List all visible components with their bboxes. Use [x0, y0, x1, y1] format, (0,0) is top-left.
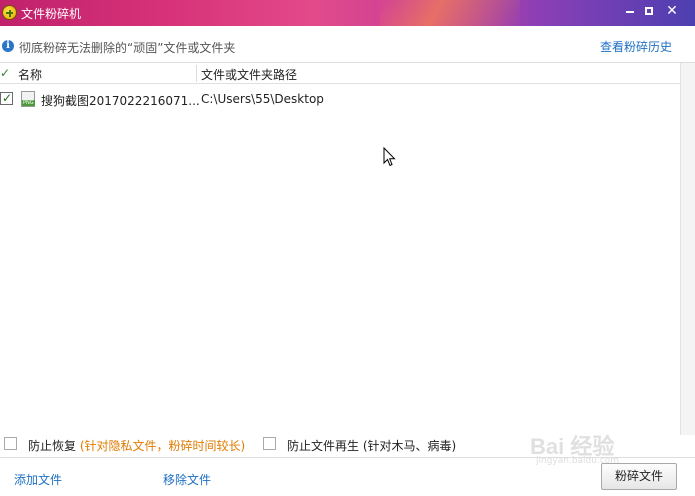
file-path: C:\Users\55\Desktop [201, 92, 324, 106]
column-header-name[interactable]: 名称 [18, 66, 42, 83]
prevent-recovery-checkbox[interactable] [4, 437, 17, 450]
shred-file-button[interactable]: 粉碎文件 [601, 463, 677, 490]
title-bar[interactable]: 文件粉碎机 ✕ [0, 0, 695, 26]
prevent-recovery-label[interactable]: 防止恢复 (针对隐私文件，粉碎时间较长) [28, 437, 245, 454]
add-file-link[interactable]: 添加文件 [14, 471, 62, 488]
prevent-regen-hint: (针对木马、病毒) [362, 439, 457, 453]
maximize-icon [645, 7, 653, 15]
mouse-cursor-icon [383, 147, 396, 167]
info-bar: i 彻底粉碎无法删除的“顽固”文件或文件夹 查看粉碎历史 [0, 26, 695, 63]
table-header: ✓ 名称 文件或文件夹路径 [0, 63, 680, 84]
prevent-regen-checkbox[interactable] [263, 437, 276, 450]
png-file-icon [21, 91, 35, 107]
minimize-icon [626, 11, 634, 13]
info-icon: i [2, 40, 14, 52]
options-bar: 防止恢复 (针对隐私文件，粉碎时间较长) 防止文件再生 (针对木马、病毒) [0, 435, 695, 457]
table-row[interactable]: 搜狗截图2017022216071... C:\Users\55\Desktop [0, 88, 680, 110]
footer-bar: 添加文件 移除文件 粉碎文件 [0, 457, 695, 496]
info-text: 彻底粉碎无法删除的“顽固”文件或文件夹 [19, 41, 236, 55]
maximize-button[interactable] [637, 0, 661, 22]
column-divider[interactable] [196, 65, 197, 82]
column-header-path[interactable]: 文件或文件夹路径 [201, 66, 297, 83]
view-history-link[interactable]: 查看粉碎历史 [600, 38, 672, 55]
remove-file-link[interactable]: 移除文件 [163, 471, 211, 488]
app-icon [2, 5, 17, 20]
row-checkbox[interactable] [0, 91, 13, 105]
close-icon: ✕ [666, 3, 678, 19]
file-name: 搜狗截图2017022216071... [41, 94, 200, 108]
prevent-regen-label[interactable]: 防止文件再生 (针对木马、病毒) [287, 437, 456, 454]
prevent-recovery-hint: (针对隐私文件，粉碎时间较长) [79, 439, 246, 453]
close-button[interactable]: ✕ [660, 0, 684, 22]
window-title: 文件粉碎机 [21, 7, 82, 21]
select-all-checkbox[interactable]: ✓ [0, 67, 12, 79]
vertical-scrollbar[interactable] [680, 63, 695, 435]
